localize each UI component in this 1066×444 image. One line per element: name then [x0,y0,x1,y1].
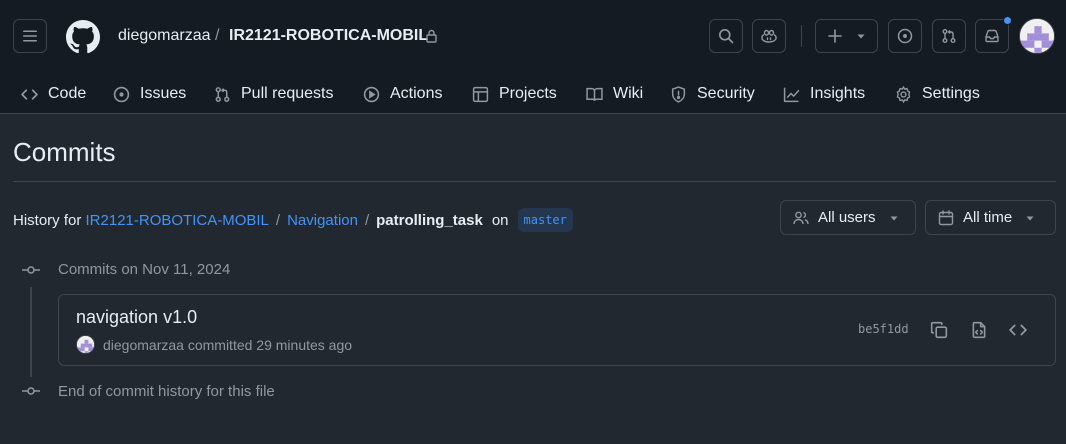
book-icon [586,87,603,101]
on-label: on [491,211,509,229]
path-folder-link[interactable]: Navigation [287,212,358,229]
tab-projects[interactable]: Projects [472,79,557,109]
tab-label: Issues [140,85,187,102]
create-new-button[interactable] [815,19,878,53]
all-users-label: All users [818,209,876,226]
commit-meta: diegomarzaa committed 29 minutes ago [76,335,352,354]
path-separator: / [364,211,370,229]
triangle-down-icon [1026,216,1034,220]
triangle-down-icon [857,34,865,39]
commit-action: committed [187,336,253,353]
timeline-line [30,287,32,377]
tab-issues[interactable]: Issues [113,79,186,109]
commit-row: navigation v1.0 diegomarzaa committed 29… [58,294,1056,366]
title-divider [13,181,1056,182]
copilot-icon [761,29,777,43]
history-breadcrumb: History for IR2121-ROBOTICA-MOBIL / Navi… [13,208,573,232]
tab-settings[interactable]: Settings [895,79,980,109]
plus-icon [828,29,842,43]
path-repo-link[interactable]: IR2121-ROBOTICA-MOBIL [86,212,269,229]
author-name[interactable]: diegomarzaa [103,337,184,353]
commit-sha-link[interactable]: be5f1dd [858,322,909,336]
breadcrumb-owner[interactable]: diegomarzaa [118,27,211,45]
all-users-filter[interactable]: All users [780,200,916,235]
browse-repo-at-commit-button[interactable] [1007,319,1029,341]
your-pull-requests-button[interactable] [932,19,966,53]
play-icon [363,86,380,102]
issue-opened-icon [897,28,913,44]
tab-label: Wiki [613,85,644,102]
tab-wiki[interactable]: Wiki [586,79,643,109]
git-commit-icon [22,387,40,395]
tab-label: Projects [499,85,557,102]
tab-label: Pull requests [241,85,334,102]
identicon-avatar-icon [1020,19,1054,53]
end-of-history-label: End of commit history for this file [58,383,275,400]
commit-author[interactable]: diegomarzaa committed 29 minutes ago [103,337,352,353]
view-file-at-commit-button[interactable] [968,319,990,341]
graph-icon [783,87,800,102]
commit-group-date: Commits on Nov 11, 2024 [58,261,231,278]
tab-insights[interactable]: Insights [783,79,865,109]
search-button[interactable] [709,19,743,53]
people-icon [793,211,809,224]
table-icon [472,86,489,102]
git-pull-request-icon [942,29,956,43]
history-prefix: History for [13,211,82,229]
author-avatar[interactable] [76,335,95,354]
lock-icon [426,29,437,43]
code-icon [1009,324,1027,336]
repo-tabs: Code Issues Pull requests Actions Projec… [0,72,1066,114]
inbox-icon [985,29,999,43]
menu-button[interactable] [13,19,47,53]
code-icon [21,88,38,100]
tab-actions[interactable]: Actions [363,79,442,109]
page-title: Commits [13,137,116,167]
triangle-down-icon [890,216,898,220]
github-logo-icon[interactable] [66,20,100,54]
all-time-filter[interactable]: All time [925,200,1056,235]
commit-time: 29 minutes ago [256,336,353,353]
tab-security[interactable]: Security [670,79,755,109]
global-header: diegomarzaa / IR2121-ROBOTICA-MOBIL Code… [0,0,1066,114]
user-avatar[interactable] [1019,18,1055,54]
path-file: patrolling_task [376,211,483,229]
all-time-label: All time [963,209,1013,226]
branch-badge[interactable]: master [517,208,573,232]
header-divider [801,25,802,47]
search-icon [719,29,734,44]
tab-label: Actions [390,85,443,102]
commit-title-link[interactable]: navigation v1.0 [76,307,197,328]
git-pull-request-icon [215,86,230,102]
shield-icon [671,85,686,103]
tab-pull-requests[interactable]: Pull requests [214,79,334,109]
notification-indicator [1003,16,1012,25]
calendar-icon [938,209,954,225]
copy-icon [930,321,948,339]
git-commit-icon [22,266,40,274]
tab-label: Security [697,85,755,102]
breadcrumb-separator: / [215,27,220,44]
header-row: diegomarzaa / IR2121-ROBOTICA-MOBIL [0,0,1066,72]
copilot-button[interactable] [752,19,786,53]
gear-icon [896,85,911,103]
tab-label: Insights [810,85,866,102]
identicon-avatar-icon [77,336,94,353]
tab-label: Settings [922,85,980,102]
your-issues-button[interactable] [888,19,922,53]
issue-opened-icon [113,86,130,102]
file-code-icon [972,321,986,339]
hamburger-icon [23,30,37,42]
path-separator: / [275,211,281,229]
copy-sha-button[interactable] [928,319,950,341]
tab-code[interactable]: Code [21,79,86,109]
tab-label: Code [48,85,87,102]
breadcrumb-repo[interactable]: IR2121-ROBOTICA-MOBIL [229,27,428,45]
